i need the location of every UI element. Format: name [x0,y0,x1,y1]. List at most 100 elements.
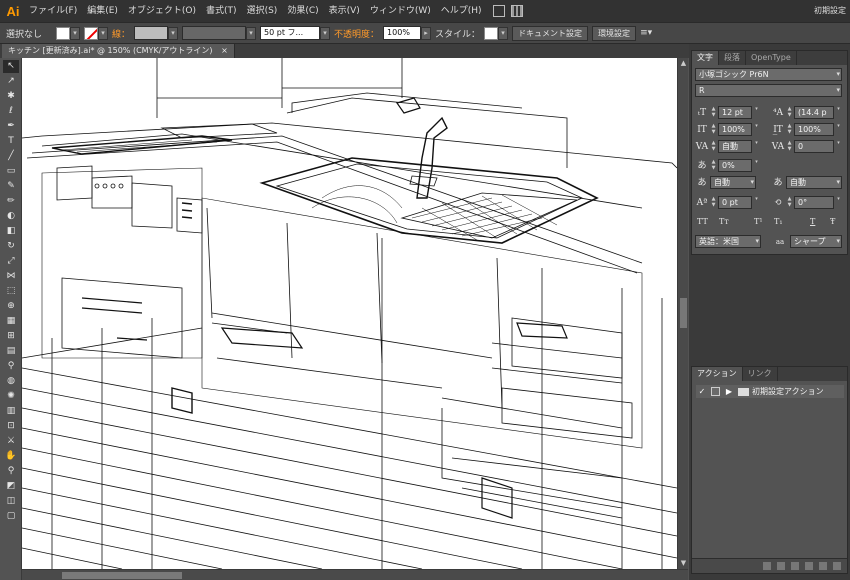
style-dropdown[interactable]: ▾ [498,26,509,40]
stroke-swatch[interactable] [84,26,99,40]
shape-builder-tool-icon[interactable]: ⊕ [3,300,19,313]
close-icon[interactable]: × [221,46,228,55]
aki-right-field[interactable]: 自動 ▾ [786,176,842,189]
rotate-tool-icon[interactable]: ↻ [3,240,19,253]
antialias-select[interactable]: シャープ ▾ [790,235,842,248]
document-setup-button[interactable]: ドキュメント設定 [512,25,589,41]
tsume-dropdown[interactable]: ▾ [753,159,760,172]
expand-arrow-icon[interactable]: ▶ [723,386,735,397]
lasso-tool-icon[interactable]: ℓ [3,105,19,118]
leading-stepper[interactable]: ▲ ▼ [786,106,793,119]
tsume-stepper[interactable]: ▲ ▼ [710,159,717,172]
menu-help[interactable]: ヘルプ(H) [436,0,487,22]
width-tool-icon[interactable]: ⋈ [3,270,19,283]
tsume-field[interactable]: 0% [718,159,752,172]
scale-tool-icon[interactable]: ⤢ [3,255,19,268]
tab-links[interactable]: リンク [743,367,778,381]
fill-stroke-swatch-icon[interactable]: ◩ [3,480,19,493]
bridge-icon[interactable] [492,5,505,17]
menu-view[interactable]: 表示(V) [324,0,365,22]
menu-object[interactable]: オブジェクト(O) [123,0,201,22]
line-tool-icon[interactable]: ╱ [3,150,19,163]
variable-width-field[interactable] [182,26,247,40]
vertical-scrollbar[interactable]: ▲ ▼ [677,58,688,569]
scroll-up-icon[interactable]: ▲ [679,59,688,68]
font-size-stepper[interactable]: ▲ ▼ [710,106,717,119]
pen-tool-icon[interactable]: ✒ [3,120,19,133]
stroke-weight-dropdown[interactable]: ▾ [168,26,179,40]
opacity-label[interactable]: 不透明度： [334,27,379,40]
font-style-select[interactable]: R ▾ [695,84,842,97]
language-select[interactable]: 英語：米国 ▾ [695,235,761,248]
menu-file[interactable]: ファイル(F) [24,0,82,22]
tab-paragraph[interactable]: 段落 [719,51,746,65]
pencil-tool-icon[interactable]: ✏ [3,195,19,208]
baseline-shift-field[interactable]: 0 pt [718,196,752,209]
stroke-weight-field[interactable] [134,26,169,40]
opacity-dropdown[interactable]: ▸ [421,26,432,40]
rotation-dropdown[interactable]: ▾ [835,196,842,209]
menu-edit[interactable]: 編集(E) [82,0,123,22]
eyedropper-tool-icon[interactable]: ⚲ [3,360,19,373]
vertical-scale-field[interactable]: 100% [718,123,752,136]
eraser-tool-icon[interactable]: ◧ [3,225,19,238]
artboard-canvas[interactable] [22,58,677,569]
horizontal-scale-dropdown[interactable]: ▾ [835,123,842,136]
preferences-button[interactable]: 環境設定 [592,25,637,41]
kerning-dropdown[interactable]: ▾ [753,140,760,153]
panel-options-icon[interactable]: ≡▾ [640,28,652,38]
horizontal-scale-stepper[interactable]: ▲ ▼ [786,123,793,136]
blend-tool-icon[interactable]: ◍ [3,375,19,388]
variable-width-dropdown[interactable]: ▾ [246,26,257,40]
tab-character[interactable]: 文字 [692,51,719,65]
hand-tool-icon[interactable]: ✋ [3,450,19,463]
trash-icon[interactable] [833,562,841,570]
check-icon[interactable]: ✓ [696,386,708,397]
font-family-select[interactable]: 小塚ゴシック Pr6N ▾ [695,68,842,81]
small-caps-button[interactable]: Tт [719,217,729,226]
paintbrush-tool-icon[interactable]: ✎ [3,180,19,193]
magic-wand-tool-icon[interactable]: ✱ [3,90,19,103]
baseline-shift-stepper[interactable]: ▲ ▼ [710,196,717,209]
arrange-documents-icon[interactable] [510,5,523,17]
aki-left-field[interactable]: 自動 ▾ [710,176,756,189]
blob-brush-tool-icon[interactable]: ◐ [3,210,19,223]
brush-dropdown[interactable]: ▾ [320,26,331,40]
perspective-grid-tool-icon[interactable]: ▦ [3,315,19,328]
rectangle-tool-icon[interactable]: ▭ [3,165,19,178]
style-swatch[interactable] [484,26,499,40]
selection-tool-icon[interactable]: ↖ [3,60,19,73]
free-transform-tool-icon[interactable]: ⬚ [3,285,19,298]
play-icon[interactable] [791,562,799,570]
fill-swatch[interactable] [56,26,71,40]
workspace-switcher[interactable]: 初期設定 [814,0,846,22]
menu-select[interactable]: 選択(S) [242,0,283,22]
vertical-scale-stepper[interactable]: ▲ ▼ [710,123,717,136]
screen-mode-icon[interactable]: ▢ [3,510,19,523]
leading-field[interactable]: (14.4 p [794,106,834,119]
horizontal-scale-field[interactable]: 100% [794,123,834,136]
new-set-icon[interactable] [805,562,813,570]
rotation-stepper[interactable]: ▲ ▼ [786,196,793,209]
superscript-button[interactable]: T¹ [754,217,763,226]
scroll-down-icon[interactable]: ▼ [679,559,688,568]
menu-effect[interactable]: 効果(C) [282,0,323,22]
stroke-label[interactable]: 線： [112,27,130,40]
vertical-scroll-thumb[interactable] [680,298,687,328]
menu-window[interactable]: ウィンドウ(W) [365,0,436,22]
rotation-field[interactable]: 0° [794,196,834,209]
tab-actions[interactable]: アクション [692,367,743,381]
horizontal-scrollbar[interactable] [22,569,688,580]
document-tab[interactable]: キッチン [更新済み].ai* @ 150% (CMYK/アウトライン) × [2,44,235,58]
leading-dropdown[interactable]: ▾ [835,106,842,119]
zoom-tool-icon[interactable]: ⚲ [3,465,19,478]
direct-selection-tool-icon[interactable]: ↗ [3,75,19,88]
record-icon[interactable] [777,562,785,570]
strikethrough-button[interactable]: Ŧ [830,217,835,226]
slice-tool-icon[interactable]: ⚔ [3,435,19,448]
color-mode-icon[interactable]: ◫ [3,495,19,508]
horizontal-scroll-thumb[interactable] [62,572,182,579]
subscript-button[interactable]: T₁ [774,217,783,226]
brush-field[interactable]: 50 pt フ... [260,26,321,40]
menu-type[interactable]: 書式(T) [201,0,242,22]
